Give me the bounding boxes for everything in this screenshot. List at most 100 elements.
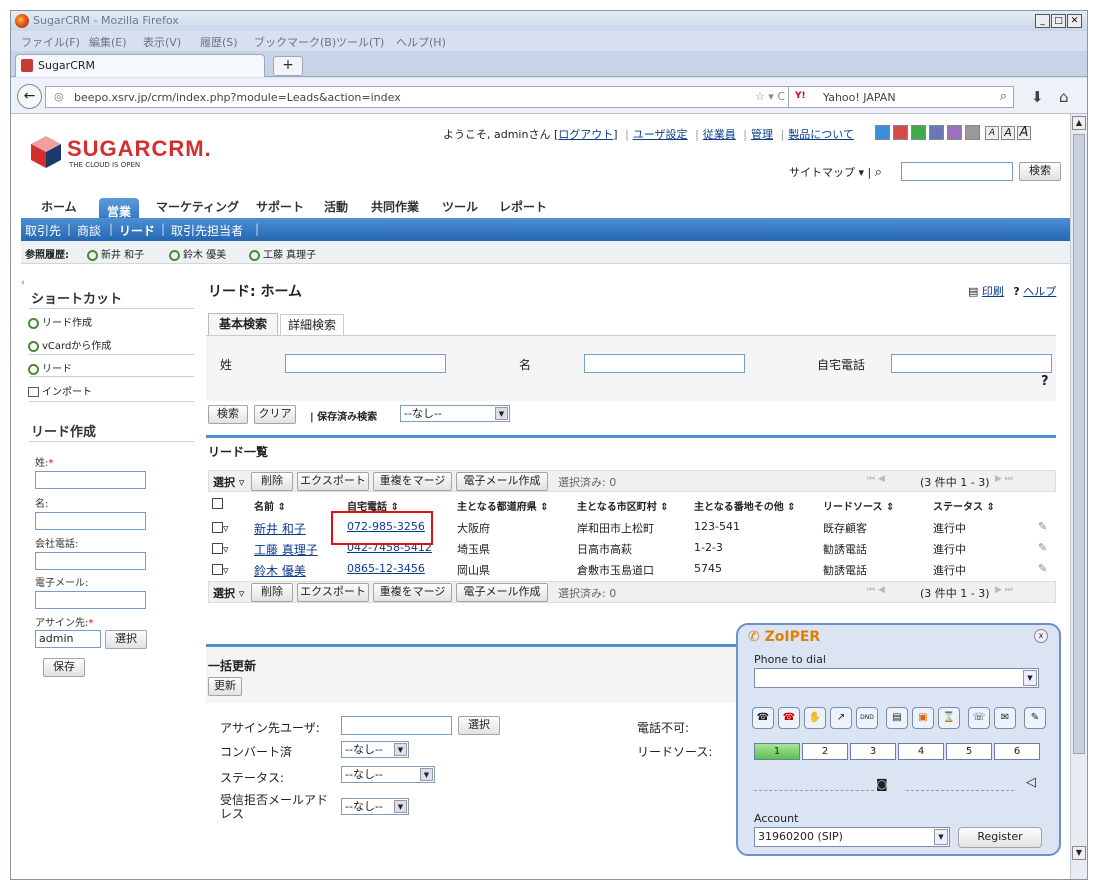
zoiper-close-icon[interactable]: x xyxy=(1034,629,1048,643)
subtab-accounts[interactable]: 取引先 xyxy=(25,222,61,239)
menu-help[interactable]: ヘルプ(H) xyxy=(396,34,446,50)
edit-pencil-icon[interactable]: ✎ xyxy=(1038,562,1047,575)
history-item[interactable]: 工藤 真理子 xyxy=(249,246,316,261)
dropdown-arrow-icon[interactable]: ▼ xyxy=(1023,670,1037,686)
subtab-opportunities[interactable]: 商談 xyxy=(77,222,101,239)
edit-pencil-icon[interactable]: ✎ xyxy=(1038,541,1047,554)
row-menu-icon[interactable]: ▿ xyxy=(223,564,229,577)
notes-icon[interactable]: ▤ xyxy=(886,707,908,729)
delete-button[interactable]: 削除 xyxy=(251,472,293,491)
conference-icon[interactable]: ☏ xyxy=(968,707,990,729)
dnd-icon[interactable]: DND xyxy=(856,707,878,729)
row-menu-icon[interactable]: ▿ xyxy=(223,543,229,556)
assigned-user-input[interactable] xyxy=(341,716,452,735)
email-input[interactable] xyxy=(35,591,146,609)
history-item[interactable]: 鈴木 優美 xyxy=(169,246,226,261)
compose-email-button[interactable]: 電子メール作成 xyxy=(456,583,548,602)
theme-gray[interactable] xyxy=(965,125,980,140)
font-medium-button[interactable]: A xyxy=(1001,125,1015,140)
mic-icon[interactable]: ◙ xyxy=(876,777,888,791)
lead-name-link[interactable]: 新井 和子 xyxy=(254,520,306,537)
menu-view[interactable]: 表示(V) xyxy=(143,34,181,50)
theme-slate[interactable] xyxy=(929,125,944,140)
col-lead-source[interactable]: リードソース ⇕ xyxy=(823,498,894,513)
register-button[interactable]: Register xyxy=(958,827,1042,848)
tab-tools[interactable]: ツール xyxy=(442,198,478,215)
logout-link[interactable]: ログアウト xyxy=(558,128,613,141)
employees-link[interactable]: 従業員 xyxy=(703,128,736,141)
status-select[interactable]: --なし-- ▼ xyxy=(341,766,435,783)
line-5-button[interactable]: 5 xyxy=(946,743,992,760)
assigned-select-button[interactable]: 選択 xyxy=(105,630,147,649)
col-prefecture[interactable]: 主となる都道府県 ⇕ xyxy=(457,498,549,513)
account-select[interactable]: 31960200 (SIP) ▼ xyxy=(754,827,950,847)
pagination-next-icons[interactable]: ▶ ⏭ xyxy=(995,585,1013,595)
global-search-button[interactable]: 検索 xyxy=(1019,162,1061,181)
line-6-button[interactable]: 6 xyxy=(994,743,1040,760)
tab-support[interactable]: サポート xyxy=(256,198,304,215)
font-large-button[interactable]: A xyxy=(1017,125,1031,140)
shortcut-vcard[interactable]: vCardから作成 xyxy=(28,337,111,352)
theme-green[interactable] xyxy=(911,125,926,140)
phone-number-input[interactable]: ▼ xyxy=(754,668,1039,688)
tab-marketing[interactable]: マーケティング xyxy=(156,198,239,215)
maximize-button[interactable]: □ xyxy=(1051,14,1066,28)
collapse-sidebar-icon[interactable]: ‹ xyxy=(21,278,25,288)
tab-activities[interactable]: 活動 xyxy=(324,198,348,215)
lead-name-link[interactable]: 鈴木 優美 xyxy=(254,562,306,579)
close-button[interactable]: ✕ xyxy=(1067,14,1082,28)
about-link[interactable]: 製品について xyxy=(788,128,854,141)
subtab-leads[interactable]: リード xyxy=(119,222,155,239)
theme-red[interactable] xyxy=(893,125,908,140)
menu-edit[interactable]: 編集(E) xyxy=(89,34,127,50)
menu-tools[interactable]: ツール(T) xyxy=(336,34,384,50)
edit-pencil-icon[interactable]: ✎ xyxy=(1038,520,1047,533)
col-address[interactable]: 主となる番地その他 ⇕ xyxy=(694,498,796,513)
theme-blue[interactable] xyxy=(875,125,890,140)
row-menu-icon[interactable]: ▿ xyxy=(223,522,229,535)
search-help-icon[interactable]: ? xyxy=(1041,374,1049,389)
search-last-name-input[interactable] xyxy=(285,354,446,373)
search-icon[interactable]: ⌕ xyxy=(1000,89,1007,104)
browser-tab[interactable]: SugarCRM xyxy=(15,54,265,77)
minimize-button[interactable]: _ xyxy=(1035,14,1050,28)
tab-advanced-search[interactable]: 詳細検索 xyxy=(280,314,344,335)
line-1-button[interactable]: 1 xyxy=(754,743,800,760)
menu-history[interactable]: 履歴(S) xyxy=(200,34,238,50)
quick-create-save-button[interactable]: 保存 xyxy=(43,658,85,677)
dial-icon[interactable]: ☎ xyxy=(752,707,774,729)
lead-name-link[interactable]: 工藤 真理子 xyxy=(254,541,318,558)
home-icon[interactable]: ⌂ xyxy=(1059,88,1069,106)
tab-collaboration[interactable]: 共同作業 xyxy=(371,198,419,215)
pagination-next-icons[interactable]: ▶ ⏭ xyxy=(995,474,1013,484)
col-name[interactable]: 名前 ⇕ xyxy=(254,498,286,513)
print-link[interactable]: 印刷 xyxy=(982,285,1004,298)
converted-select[interactable]: --なし-- ▼ xyxy=(341,741,409,758)
help-link[interactable]: ヘルプ xyxy=(1023,285,1056,298)
speaker-icon[interactable]: ◁ xyxy=(1026,775,1036,790)
clear-button[interactable]: クリア xyxy=(254,405,296,424)
mic-volume-slider[interactable] xyxy=(754,773,874,791)
hangup-icon[interactable]: ☎ xyxy=(778,707,800,729)
pagination-prev-icons[interactable]: ⏮ ◀ xyxy=(867,585,885,595)
speaker-volume-slider[interactable] xyxy=(906,773,1014,791)
first-name-input[interactable] xyxy=(35,512,146,530)
search-button[interactable]: 検索 xyxy=(208,405,248,424)
row-checkbox[interactable] xyxy=(212,542,223,554)
subtab-contacts[interactable]: 取引先担当者 xyxy=(171,222,243,239)
export-button[interactable]: エクスポート xyxy=(297,583,369,602)
col-city[interactable]: 主となる市区町村 ⇕ xyxy=(577,498,669,513)
lead-phone-link[interactable]: 0865-12-3456 xyxy=(347,562,425,575)
row-checkbox[interactable] xyxy=(212,563,223,575)
saved-search-select[interactable]: --なし-- ▼ xyxy=(400,405,510,422)
menu-bookmarks[interactable]: ブックマーク(B) xyxy=(254,34,336,50)
select-menu[interactable]: 選択 ▿ xyxy=(213,474,244,490)
compose-email-button[interactable]: 電子メール作成 xyxy=(456,472,548,491)
global-search-input[interactable] xyxy=(901,162,1013,181)
line-2-button[interactable]: 2 xyxy=(802,743,848,760)
theme-purple[interactable] xyxy=(947,125,962,140)
search-first-name-input[interactable] xyxy=(584,354,745,373)
vertical-scrollbar[interactable]: ▲ ▼ xyxy=(1070,114,1087,879)
merge-duplicates-button[interactable]: 重複をマージ xyxy=(373,583,452,602)
menu-file[interactable]: ファイル(F) xyxy=(21,34,80,50)
